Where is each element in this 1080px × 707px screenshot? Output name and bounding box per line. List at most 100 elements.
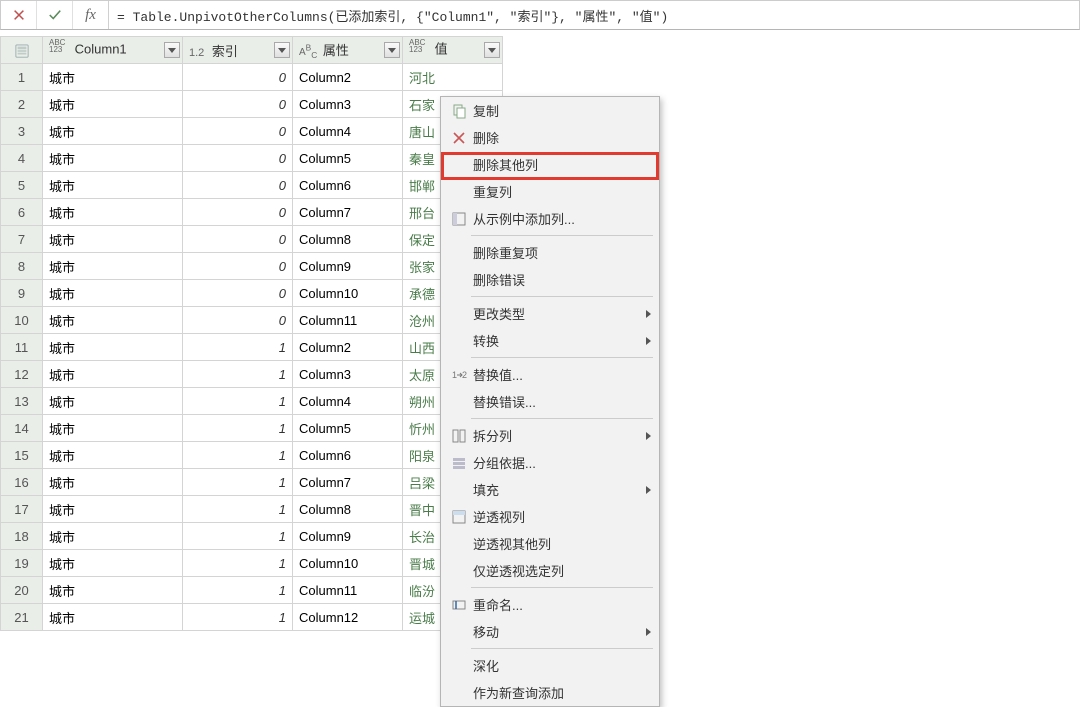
cell-column1[interactable]: 城市 bbox=[43, 577, 183, 604]
cell-attribute[interactable]: Column2 bbox=[293, 334, 403, 361]
menu-item-unpivot-sel[interactable]: 仅逆透视选定列 bbox=[441, 557, 659, 584]
cell-attribute[interactable]: Column7 bbox=[293, 469, 403, 496]
row-number[interactable]: 21 bbox=[1, 604, 43, 631]
filter-arrow-icon[interactable] bbox=[384, 42, 400, 58]
cell-attribute[interactable]: Column11 bbox=[293, 577, 403, 604]
cell-index[interactable]: 1 bbox=[183, 604, 293, 631]
filter-arrow-icon[interactable] bbox=[164, 42, 180, 58]
menu-item-duplicate[interactable]: 重复列 bbox=[441, 178, 659, 205]
table-row[interactable]: 10城市0Column11沧州 bbox=[1, 307, 503, 334]
table-row[interactable]: 13城市1Column4朔州 bbox=[1, 388, 503, 415]
menu-item-replace-err[interactable]: 替换错误... bbox=[441, 388, 659, 415]
row-number[interactable]: 8 bbox=[1, 253, 43, 280]
cell-attribute[interactable]: Column5 bbox=[293, 145, 403, 172]
column-header-attribute[interactable]: ABC 属性 bbox=[293, 37, 403, 64]
cell-attribute[interactable]: Column6 bbox=[293, 442, 403, 469]
row-number[interactable]: 14 bbox=[1, 415, 43, 442]
row-number[interactable]: 3 bbox=[1, 118, 43, 145]
table-row[interactable]: 7城市0Column8保定 bbox=[1, 226, 503, 253]
cell-column1[interactable]: 城市 bbox=[43, 496, 183, 523]
table-row[interactable]: 21城市1Column12运城 bbox=[1, 604, 503, 631]
column-header-value[interactable]: 值 bbox=[403, 37, 503, 64]
row-number[interactable]: 12 bbox=[1, 361, 43, 388]
cell-column1[interactable]: 城市 bbox=[43, 415, 183, 442]
table-row[interactable]: 11城市1Column2山西 bbox=[1, 334, 503, 361]
menu-item-fill[interactable]: 填充 bbox=[441, 476, 659, 503]
cell-index[interactable]: 0 bbox=[183, 307, 293, 334]
cell-index[interactable]: 1 bbox=[183, 550, 293, 577]
table-row[interactable]: 17城市1Column8晋中 bbox=[1, 496, 503, 523]
table-row[interactable]: 8城市0Column9张家 bbox=[1, 253, 503, 280]
cell-column1[interactable]: 城市 bbox=[43, 253, 183, 280]
table-row[interactable]: 12城市1Column3太原 bbox=[1, 361, 503, 388]
row-number[interactable]: 1 bbox=[1, 64, 43, 91]
cell-column1[interactable]: 城市 bbox=[43, 334, 183, 361]
cancel-formula-button[interactable] bbox=[1, 1, 37, 29]
table-row[interactable]: 6城市0Column7邢台 bbox=[1, 199, 503, 226]
select-all-corner[interactable] bbox=[1, 37, 43, 64]
row-number[interactable]: 17 bbox=[1, 496, 43, 523]
table-row[interactable]: 4城市0Column5秦皇 bbox=[1, 145, 503, 172]
cell-index[interactable]: 0 bbox=[183, 172, 293, 199]
row-number[interactable]: 19 bbox=[1, 550, 43, 577]
menu-item-move[interactable]: 移动 bbox=[441, 618, 659, 645]
cell-column1[interactable]: 城市 bbox=[43, 604, 183, 631]
cell-index[interactable]: 0 bbox=[183, 118, 293, 145]
cell-column1[interactable]: 城市 bbox=[43, 442, 183, 469]
menu-item-unpivot-other[interactable]: 逆透视其他列 bbox=[441, 530, 659, 557]
table-row[interactable]: 2城市0Column3石家 bbox=[1, 91, 503, 118]
cell-index[interactable]: 1 bbox=[183, 415, 293, 442]
row-number[interactable]: 18 bbox=[1, 523, 43, 550]
confirm-formula-button[interactable] bbox=[37, 1, 73, 29]
cell-column1[interactable]: 城市 bbox=[43, 280, 183, 307]
cell-column1[interactable]: 城市 bbox=[43, 388, 183, 415]
cell-column1[interactable]: 城市 bbox=[43, 469, 183, 496]
cell-attribute[interactable]: Column9 bbox=[293, 523, 403, 550]
row-number[interactable]: 9 bbox=[1, 280, 43, 307]
table-row[interactable]: 16城市1Column7吕梁 bbox=[1, 469, 503, 496]
cell-attribute[interactable]: Column8 bbox=[293, 226, 403, 253]
cell-attribute[interactable]: Column9 bbox=[293, 253, 403, 280]
cell-index[interactable]: 0 bbox=[183, 226, 293, 253]
row-number[interactable]: 6 bbox=[1, 199, 43, 226]
cell-column1[interactable]: 城市 bbox=[43, 307, 183, 334]
table-row[interactable]: 20城市1Column11临汾 bbox=[1, 577, 503, 604]
cell-index[interactable]: 1 bbox=[183, 496, 293, 523]
menu-item-split[interactable]: 拆分列 bbox=[441, 422, 659, 449]
menu-item-add-from-ex[interactable]: 从示例中添加列... bbox=[441, 205, 659, 232]
row-number[interactable]: 16 bbox=[1, 469, 43, 496]
menu-item-remove-dup[interactable]: 删除重复项 bbox=[441, 239, 659, 266]
menu-item-transform[interactable]: 转换 bbox=[441, 327, 659, 354]
menu-item-change-type[interactable]: 更改类型 bbox=[441, 300, 659, 327]
cell-column1[interactable]: 城市 bbox=[43, 145, 183, 172]
cell-column1[interactable]: 城市 bbox=[43, 199, 183, 226]
cell-index[interactable]: 0 bbox=[183, 145, 293, 172]
menu-item-group[interactable]: 分组依据... bbox=[441, 449, 659, 476]
cell-attribute[interactable]: Column2 bbox=[293, 64, 403, 91]
cell-attribute[interactable]: Column7 bbox=[293, 199, 403, 226]
table-row[interactable]: 15城市1Column6阳泉 bbox=[1, 442, 503, 469]
filter-arrow-icon[interactable] bbox=[484, 42, 500, 58]
table-row[interactable]: 19城市1Column10晋城 bbox=[1, 550, 503, 577]
menu-item-unpivot[interactable]: 逆透视列 bbox=[441, 503, 659, 530]
cell-attribute[interactable]: Column5 bbox=[293, 415, 403, 442]
cell-attribute[interactable]: Column8 bbox=[293, 496, 403, 523]
formula-input[interactable] bbox=[109, 1, 1079, 29]
cell-index[interactable]: 1 bbox=[183, 523, 293, 550]
cell-index[interactable]: 1 bbox=[183, 361, 293, 388]
cell-index[interactable]: 0 bbox=[183, 199, 293, 226]
menu-item-copy[interactable]: 复制 bbox=[441, 97, 659, 124]
cell-column1[interactable]: 城市 bbox=[43, 64, 183, 91]
menu-item-rename[interactable]: 重命名... bbox=[441, 591, 659, 618]
row-number[interactable]: 2 bbox=[1, 91, 43, 118]
cell-index[interactable]: 0 bbox=[183, 91, 293, 118]
cell-index[interactable]: 0 bbox=[183, 64, 293, 91]
cell-index[interactable]: 0 bbox=[183, 253, 293, 280]
table-row[interactable]: 18城市1Column9长治 bbox=[1, 523, 503, 550]
table-row[interactable]: 3城市0Column4唐山 bbox=[1, 118, 503, 145]
cell-index[interactable]: 1 bbox=[183, 334, 293, 361]
row-number[interactable]: 11 bbox=[1, 334, 43, 361]
row-number[interactable]: 10 bbox=[1, 307, 43, 334]
cell-column1[interactable]: 城市 bbox=[43, 91, 183, 118]
cell-attribute[interactable]: Column6 bbox=[293, 172, 403, 199]
